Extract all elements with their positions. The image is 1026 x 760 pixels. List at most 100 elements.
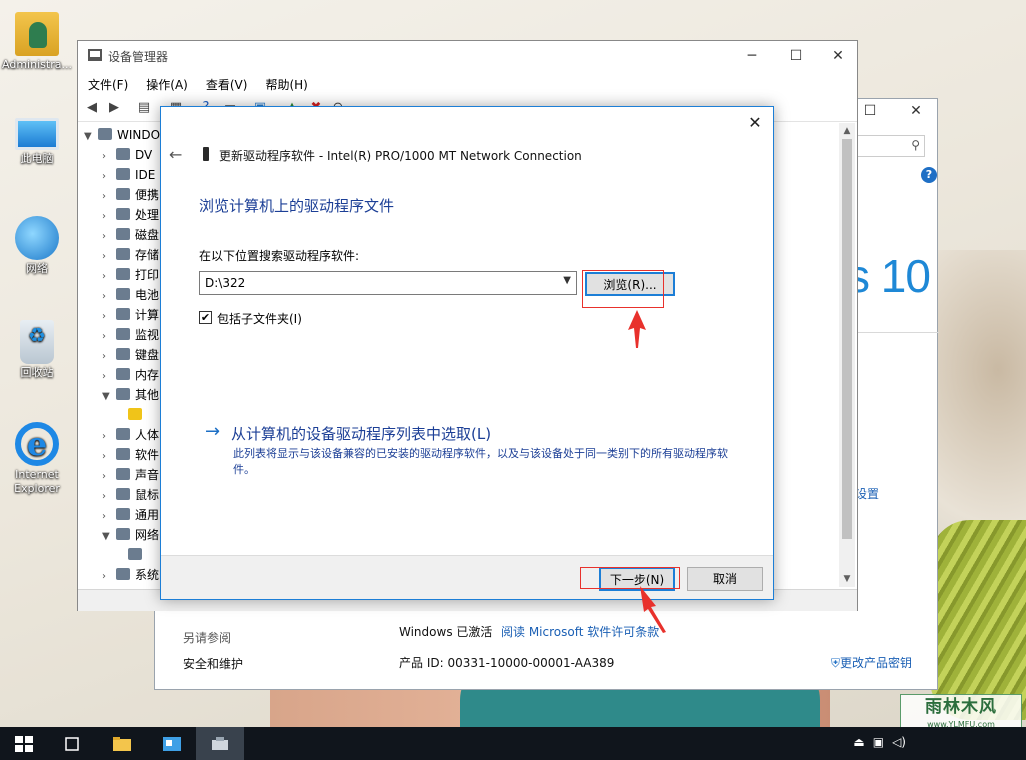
- minimize-icon[interactable]: ─: [732, 44, 772, 68]
- computer-icon: [98, 128, 112, 140]
- include-subfolders-checkbox[interactable]: ✔: [199, 311, 212, 324]
- tree-item[interactable]: › 存储: [102, 245, 159, 265]
- tree-item[interactable]: [128, 405, 147, 425]
- change-product-key-link[interactable]: ⛨更改产品密钥: [831, 654, 912, 671]
- tree-item[interactable]: › 内存: [102, 365, 159, 385]
- tree-item[interactable]: › 通用: [102, 505, 159, 525]
- tree-item[interactable]: › 便携: [102, 185, 159, 205]
- close-icon[interactable]: ✕: [745, 113, 765, 132]
- tree-item[interactable]: ▼ 网络: [102, 525, 159, 545]
- tree-item[interactable]: › 处理: [102, 205, 159, 225]
- chevron-right-icon[interactable]: ›: [102, 367, 116, 387]
- close-icon[interactable]: ✕: [818, 44, 858, 68]
- tree-item[interactable]: › 软件: [102, 445, 159, 465]
- volume-icon[interactable]: ◁): [892, 735, 906, 749]
- desktop-icon-internet-explorer[interactable]: e Internet Explorer: [0, 422, 74, 496]
- forward-arrow-icon[interactable]: ▶: [106, 100, 122, 116]
- tree-item[interactable]: › 键盘: [102, 345, 159, 365]
- menu-help[interactable]: 帮助(H): [255, 73, 315, 93]
- device-manager-taskbar-button[interactable]: [196, 727, 244, 760]
- tree-item[interactable]: › 计算: [102, 305, 159, 325]
- cancel-button[interactable]: 取消: [687, 567, 763, 591]
- menu-file[interactable]: 文件(F): [78, 73, 136, 93]
- settings-link[interactable]: 设置: [855, 485, 879, 502]
- include-subfolders-label[interactable]: 包括子文件夹(I): [217, 310, 302, 327]
- menu-view[interactable]: 查看(V): [196, 73, 256, 93]
- chevron-right-icon[interactable]: ›: [102, 467, 116, 487]
- tree-item[interactable]: [128, 545, 147, 565]
- start-button[interactable]: [0, 727, 48, 760]
- chevron-right-icon[interactable]: ›: [102, 447, 116, 467]
- back-arrow-icon[interactable]: ◀: [84, 100, 100, 116]
- search-icon: ⚲: [911, 138, 920, 152]
- desktop-icon-recycle-bin[interactable]: 回收站: [0, 320, 74, 380]
- network-tray-icon[interactable]: ▣: [873, 735, 884, 749]
- tree-item-label: 电池: [135, 288, 160, 302]
- tree-item[interactable]: › 系统: [102, 565, 159, 585]
- file-explorer-button[interactable]: [98, 727, 146, 760]
- chevron-down-icon[interactable]: ▼: [563, 275, 571, 286]
- chevron-right-icon[interactable]: ›: [102, 427, 116, 447]
- back-arrow-icon[interactable]: ←: [169, 145, 182, 164]
- tree-item-label: 软件: [135, 448, 160, 462]
- chevron-down-icon[interactable]: ▼: [102, 527, 116, 547]
- tree-item[interactable]: › 鼠标: [102, 485, 159, 505]
- chevron-right-icon[interactable]: ›: [102, 327, 116, 347]
- chevron-right-icon[interactable]: ›: [102, 267, 116, 287]
- chevron-right-icon[interactable]: ›: [102, 487, 116, 507]
- chevron-right-icon[interactable]: ›: [102, 227, 116, 247]
- tree-item[interactable]: › DV: [102, 145, 152, 165]
- tree-scrollbar[interactable]: ▲ ▼: [839, 123, 855, 587]
- maximize-icon[interactable]: ☐: [855, 103, 885, 119]
- scroll-down-icon[interactable]: ▼: [839, 571, 855, 587]
- driver-path-combobox[interactable]: D:\322 ▼: [199, 271, 577, 295]
- tree-item[interactable]: › 打印: [102, 265, 159, 285]
- scroll-thumb[interactable]: [842, 139, 852, 539]
- device-category-icon: [116, 348, 130, 360]
- chevron-down-icon[interactable]: ▼: [102, 387, 116, 407]
- tree-item[interactable]: › 监视: [102, 325, 159, 345]
- desktop-icon-network[interactable]: 网络: [0, 216, 74, 276]
- tree-item[interactable]: › IDE: [102, 165, 155, 185]
- tree-item[interactable]: › 声音: [102, 465, 159, 485]
- chevron-right-icon[interactable]: ›: [102, 507, 116, 527]
- tree-item[interactable]: › 电池: [102, 285, 159, 305]
- menu-action[interactable]: 操作(A): [136, 73, 196, 93]
- help-icon[interactable]: ?: [921, 167, 937, 183]
- properties-icon[interactable]: ▤: [136, 100, 152, 116]
- tree-item[interactable]: ▼ 其他: [102, 385, 159, 405]
- maximize-icon[interactable]: ☐: [776, 44, 816, 68]
- tree-item[interactable]: › 磁盘: [102, 225, 159, 245]
- task-view-button[interactable]: [48, 727, 96, 760]
- desktop-icon-this-pc[interactable]: 此电脑: [0, 112, 74, 166]
- search-location-label: 在以下位置搜索驱动程序软件:: [199, 249, 360, 263]
- chevron-right-icon[interactable]: ›: [102, 287, 116, 307]
- chevron-right-icon[interactable]: ›: [102, 567, 116, 587]
- tree-root[interactable]: ▼ WINDO: [84, 125, 160, 145]
- chevron-right-icon[interactable]: ›: [102, 187, 116, 207]
- tree-item[interactable]: › 人体: [102, 425, 159, 445]
- annotation-arrow-next: [640, 586, 666, 633]
- warning-device-icon: [128, 408, 142, 420]
- search-box[interactable]: ⚲: [855, 135, 925, 157]
- tree-item-label: 磁盘: [135, 228, 160, 242]
- chevron-right-icon[interactable]: ›: [102, 147, 116, 167]
- chevron-right-icon[interactable]: ›: [102, 207, 116, 227]
- arrow-right-icon[interactable]: →: [205, 421, 220, 442]
- desktop-icon-administrator[interactable]: Administra...: [0, 12, 74, 72]
- desktop-icon-label: 此电脑: [20, 152, 54, 165]
- tree-item-label: 打印: [135, 268, 160, 282]
- close-icon[interactable]: ✕: [901, 103, 931, 119]
- chevron-right-icon[interactable]: ›: [102, 247, 116, 267]
- device-category-icon: [116, 528, 130, 540]
- security-maintenance-link[interactable]: 安全和维护: [183, 655, 243, 672]
- scroll-up-icon[interactable]: ▲: [839, 123, 855, 139]
- control-panel-button[interactable]: [148, 727, 196, 760]
- pick-from-list-link[interactable]: 从计算机的设备驱动程序列表中选取(L): [231, 423, 491, 444]
- chevron-right-icon[interactable]: ›: [102, 307, 116, 327]
- annotation-box-browse: [582, 270, 664, 308]
- title-bar[interactable]: 设备管理器 ─ ☐ ✕: [78, 41, 857, 71]
- usb-icon[interactable]: ⏏: [853, 735, 864, 749]
- chevron-right-icon[interactable]: ›: [102, 167, 116, 187]
- chevron-right-icon[interactable]: ›: [102, 347, 116, 367]
